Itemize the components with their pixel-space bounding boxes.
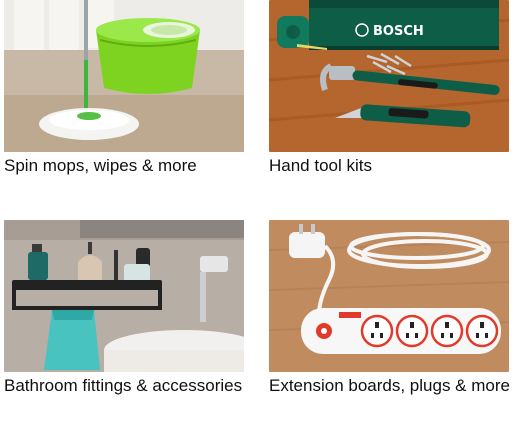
extension-board-image[interactable] [269,220,509,372]
category-label[interactable]: Hand tool kits [269,153,514,179]
category-grid: Spin mops, wipes & more BOSCH Hand tool … [0,0,514,427]
bosch-logo: BOSCH [373,24,424,39]
bathroom-shelf-image[interactable] [4,220,244,372]
category-label[interactable]: Extension boards, plugs & more [269,373,514,399]
hand-tool-kit-image[interactable]: BOSCH [269,0,509,152]
spin-mop-image[interactable] [4,0,244,152]
category-label[interactable]: Bathroom fittings & accessories [4,373,249,399]
category-label[interactable]: Spin mops, wipes & more [4,153,249,179]
